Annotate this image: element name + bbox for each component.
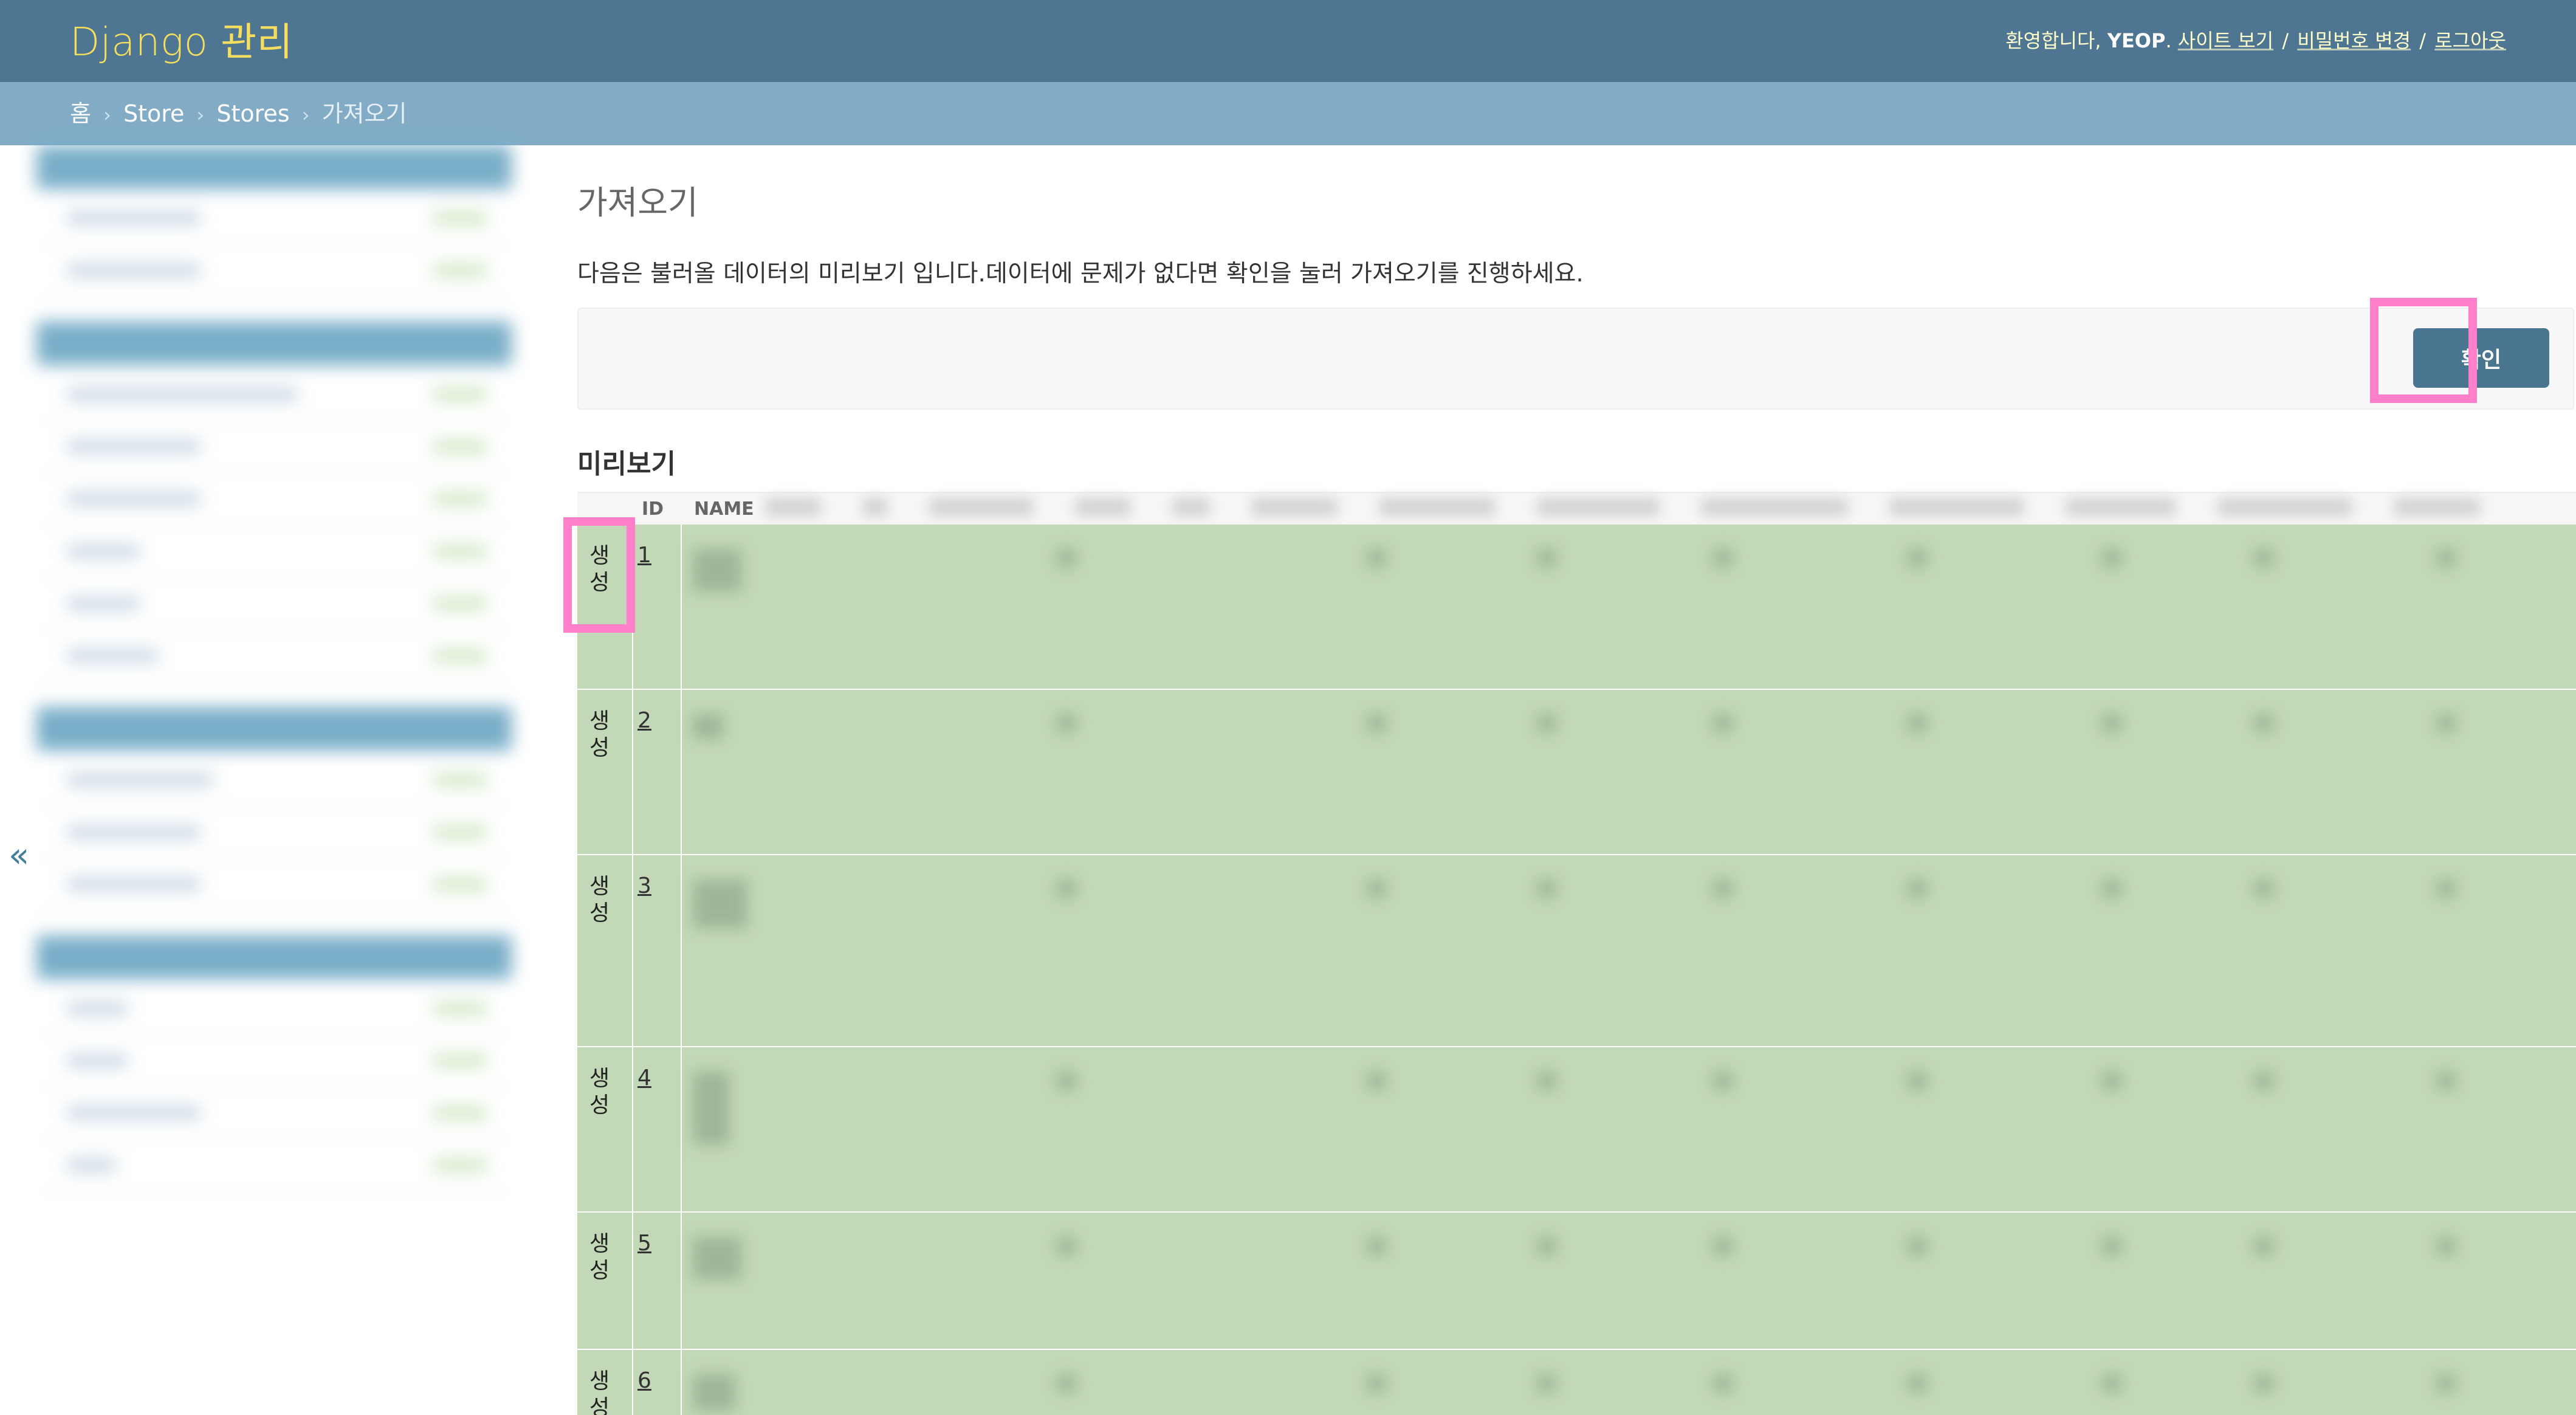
row-id-link[interactable]: 1 [637, 543, 651, 568]
sidebar-item[interactable] [36, 193, 512, 245]
submit-row [577, 308, 2574, 410]
sidebar-item[interactable] [36, 630, 512, 683]
sidebar-module-caption [36, 707, 512, 751]
row-id-link[interactable]: 3 [637, 873, 651, 898]
nav-sidebar [36, 145, 512, 1415]
sidebar-module [36, 145, 512, 297]
sidebar-module [36, 322, 512, 683]
sidebar-item[interactable] [36, 754, 512, 807]
sidebar-item[interactable] [36, 526, 512, 578]
redacted-row-data [693, 880, 2552, 952]
import-instruction: 다음은 불러올 데이터의 미리보기 입니다.데이터에 문제가 없다면 확인을 눌… [577, 260, 1584, 287]
redacted-column-headers [766, 498, 2576, 521]
redacted-row-data [693, 549, 2552, 622]
separator: / [2419, 29, 2427, 52]
username-suffix: . [2165, 29, 2172, 52]
sidebar-item[interactable] [36, 473, 512, 526]
header: Django 관리 환영합니다, YEOP. 사이트 보기 / 비밀번호 변경 … [0, 0, 2576, 82]
sidebar-module-caption [36, 145, 512, 189]
redacted-row-data [693, 1072, 2552, 1145]
main-content: 가져오기 다음은 불러올 데이터의 미리보기 입니다.데이터에 문제가 없다면 … [563, 145, 2576, 1415]
row-import-type: 생성 [589, 1231, 610, 1283]
sidebar-item[interactable] [36, 421, 512, 473]
table-row: 생성 1 [577, 525, 2576, 690]
sidebar-module [36, 707, 512, 911]
sidebar-item[interactable] [36, 578, 512, 630]
row-import-type: 생성 [589, 1369, 610, 1415]
sidebar-module-caption [36, 935, 512, 979]
redacted-row-data [693, 1237, 2552, 1310]
row-import-type: 생성 [589, 874, 610, 926]
page-title: 가져오기 [577, 184, 698, 222]
row-id-link[interactable]: 6 [637, 1368, 651, 1393]
column-header-name: NAME [694, 498, 754, 520]
breadcrumb-home[interactable]: 홈 [70, 100, 91, 127]
row-id-link[interactable]: 2 [637, 708, 651, 733]
row-id-link[interactable]: 5 [637, 1231, 651, 1256]
breadcrumb-chevron-icon: › [301, 103, 310, 126]
breadcrumb-chevron-icon: › [196, 103, 205, 126]
sidebar-collapse-icon[interactable]: « [9, 836, 29, 875]
row-import-type: 생성 [589, 709, 610, 760]
change-password-link[interactable]: 비밀번호 변경 [2297, 29, 2411, 52]
logout-link[interactable]: 로그아웃 [2434, 29, 2506, 52]
user-tools: 환영합니다, YEOP. 사이트 보기 / 비밀번호 변경 / 로그아웃 [2005, 26, 2506, 53]
row-import-type: 생성 [589, 1066, 610, 1118]
table-row: 생성 2 [577, 690, 2576, 855]
table-row: 생성 5 [577, 1213, 2576, 1350]
row-id-link[interactable]: 4 [637, 1066, 651, 1090]
preview-heading: 미리보기 [577, 449, 676, 480]
site-name-link[interactable]: Django 관리 [70, 11, 293, 67]
welcome-text: 환영합니다, [2005, 29, 2101, 52]
table-row: 생성 3 [577, 855, 2576, 1047]
app-frame: Django 관리 환영합니다, YEOP. 사이트 보기 / 비밀번호 변경 … [0, 0, 2576, 1415]
sidebar-item[interactable] [36, 859, 512, 911]
breadcrumb: 홈 › Store › Stores › 가져오기 [0, 82, 2576, 145]
sidebar-item[interactable] [36, 369, 512, 421]
table-header: ID NAME [577, 492, 2576, 526]
sidebar-module [36, 935, 512, 1192]
column-header-id: ID [642, 498, 664, 520]
breadcrumb-model[interactable]: Stores [216, 100, 289, 127]
sidebar-item[interactable] [36, 807, 512, 859]
sidebar-item[interactable] [36, 1035, 512, 1087]
breadcrumb-current: 가져오기 [321, 100, 407, 127]
table-row: 생성 6 [577, 1350, 2576, 1415]
sidebar-item[interactable] [36, 983, 512, 1035]
redacted-row-data [693, 714, 2552, 787]
confirm-button[interactable]: 확인 [2413, 328, 2549, 388]
sidebar-item[interactable] [36, 245, 512, 297]
table-row: 생성 4 [577, 1047, 2576, 1213]
sidebar-item[interactable] [36, 1087, 512, 1140]
breadcrumb-chevron-icon: › [103, 103, 111, 126]
redacted-row-data [693, 1374, 2552, 1415]
view-site-link[interactable]: 사이트 보기 [2178, 29, 2273, 52]
row-import-type: 생성 [589, 543, 610, 595]
separator: / [2282, 29, 2289, 52]
sidebar-item[interactable] [36, 1140, 512, 1192]
username: YEOP [2107, 29, 2166, 52]
sidebar-module-caption [36, 322, 512, 365]
breadcrumb-app[interactable]: Store [123, 100, 184, 127]
